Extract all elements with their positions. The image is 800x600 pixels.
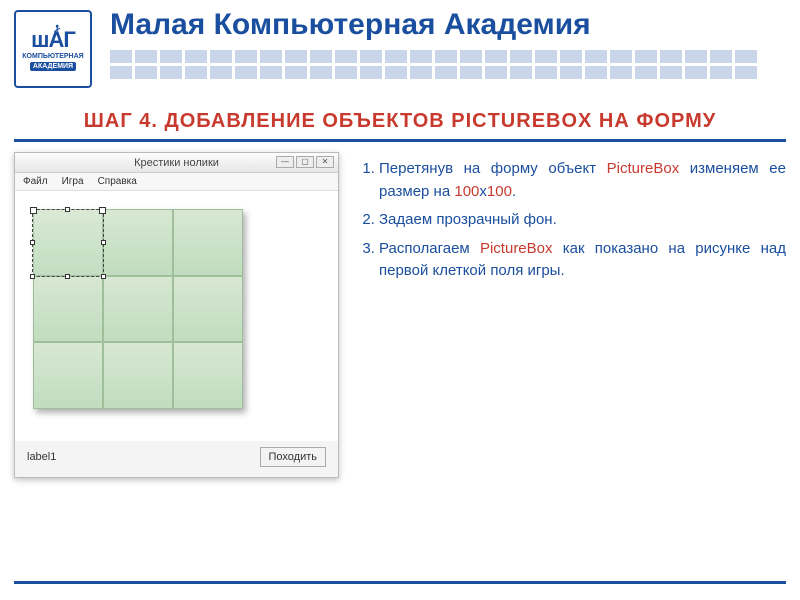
keyword-picturebox: PictureBox: [607, 160, 680, 177]
window-menu: Файл Игра Справка: [15, 173, 338, 191]
instructions: Перетянув на форму объект PictureBox изм…: [357, 152, 786, 478]
move-button[interactable]: Походить: [260, 447, 327, 467]
menu-game[interactable]: Игра: [62, 176, 84, 187]
keyword-100b: 100: [487, 183, 512, 200]
window-title: Крестики нолики: [134, 157, 219, 169]
form-screenshot: Крестики нолики — ▢ ✕ Файл Игра Справка: [14, 152, 339, 478]
window-titlebar: Крестики нолики — ▢ ✕: [15, 153, 338, 173]
logo-subtitle-bottom: АКАДЕМИЯ: [30, 62, 76, 71]
step-3-text-a: Располагаем: [379, 240, 480, 257]
step-3: Располагаем PictureBox как показано на р…: [379, 238, 786, 283]
form-canvas: [15, 191, 338, 441]
menu-help[interactable]: Справка: [98, 176, 137, 187]
app-window: Крестики нолики — ▢ ✕ Файл Игра Справка: [14, 152, 339, 478]
maximize-icon[interactable]: ▢: [296, 156, 314, 168]
step-2: Задаем прозрачный фон.: [379, 209, 786, 232]
picturebox-selection[interactable]: [32, 209, 104, 277]
step-1-text-c: .: [512, 183, 516, 200]
content-row: Крестики нолики — ▢ ✕ Файл Игра Справка: [0, 152, 800, 478]
step-1-x: х: [479, 183, 487, 200]
header-right: Малая Компьютерная Академия: [110, 10, 786, 79]
footer-line: [14, 581, 786, 584]
form-footer: label1 Походить: [15, 441, 338, 477]
keyword-picturebox-2: PictureBox: [480, 240, 553, 257]
logo-subtitle-top: КОМПЬЮТЕРНАЯ: [22, 53, 83, 60]
close-icon[interactable]: ✕: [316, 156, 334, 168]
menu-file[interactable]: Файл: [23, 176, 48, 187]
label-text: label1: [27, 451, 56, 463]
brand-title: Малая Компьютерная Академия: [110, 8, 786, 42]
minimize-icon[interactable]: —: [276, 156, 294, 168]
step-1: Перетянув на форму объект PictureBox изм…: [379, 158, 786, 203]
window-controls: — ▢ ✕: [276, 156, 334, 168]
title-underline: [14, 139, 786, 142]
step-1-text-a: Перетянув на форму объект: [379, 160, 607, 177]
academy-logo: шАГ КОМПЬЮТЕРНАЯ АКАДЕМИЯ: [14, 10, 92, 88]
logo-word: шАГ: [31, 27, 75, 53]
person-icon: [53, 24, 67, 38]
keyword-100a: 100: [454, 183, 479, 200]
slide-header: шАГ КОМПЬЮТЕРНАЯ АКАДЕМИЯ Малая Компьюте…: [0, 0, 800, 88]
decorative-squares: [110, 50, 770, 79]
step-title: ШАГ 4. ДОБАВЛЕНИЕ ОБЪЕКТОВ PICTUREBOX НА…: [0, 110, 800, 133]
